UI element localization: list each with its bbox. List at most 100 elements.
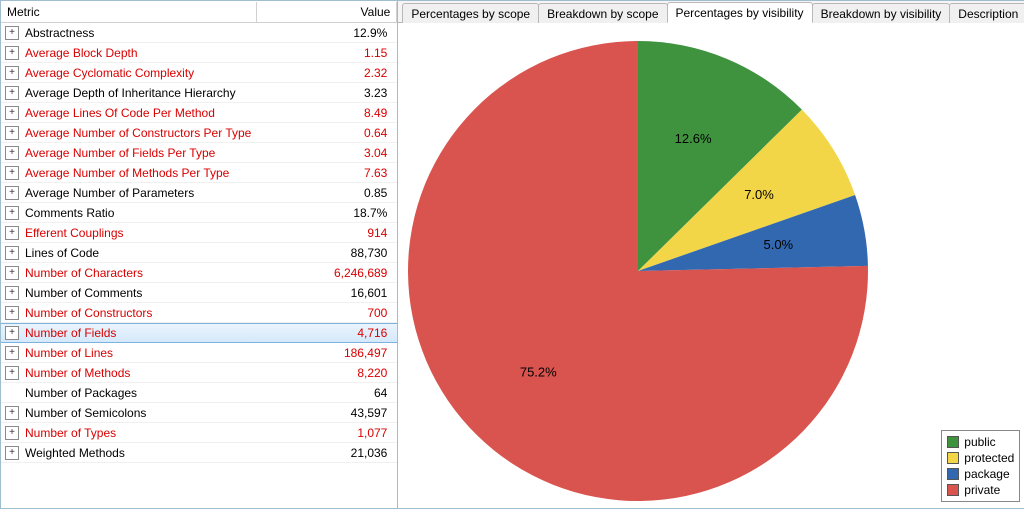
- metric-row[interactable]: +Average Number of Constructors Per Type…: [1, 123, 397, 143]
- metric-value: 1.15: [257, 46, 397, 60]
- metric-value: 18.7%: [257, 206, 397, 220]
- metric-name: Average Depth of Inheritance Hierarchy: [19, 86, 257, 100]
- legend-label: public: [964, 434, 995, 450]
- expand-icon[interactable]: +: [5, 326, 19, 340]
- metric-row[interactable]: +Number of Semicolons43,597: [1, 403, 397, 423]
- metric-row[interactable]: +Number of Methods8,220: [1, 363, 397, 383]
- expand-icon[interactable]: +: [5, 126, 19, 140]
- expand-icon[interactable]: +: [5, 246, 19, 260]
- legend-swatch: [947, 436, 959, 448]
- metric-row[interactable]: +Number of Comments16,601: [1, 283, 397, 303]
- column-header-value[interactable]: Value: [257, 2, 397, 22]
- metric-value: 64: [257, 386, 397, 400]
- metric-row[interactable]: +Average Number of Methods Per Type7.63: [1, 163, 397, 183]
- expand-icon[interactable]: +: [5, 266, 19, 280]
- metric-row[interactable]: +Average Lines Of Code Per Method8.49: [1, 103, 397, 123]
- metric-value: 1,077: [257, 426, 397, 440]
- metric-name: Number of Fields: [19, 326, 257, 340]
- metrics-header: Metric Value: [1, 1, 397, 23]
- expand-icon[interactable]: +: [5, 46, 19, 60]
- expand-icon[interactable]: +: [5, 446, 19, 460]
- metric-row[interactable]: +Number of Fields4,716: [1, 323, 397, 343]
- tab[interactable]: Breakdown by scope: [538, 3, 667, 23]
- metric-value: 12.9%: [257, 26, 397, 40]
- expand-icon[interactable]: +: [5, 406, 19, 420]
- metric-row[interactable]: +Number of Characters6,246,689: [1, 263, 397, 283]
- metric-row[interactable]: +Average Number of Parameters0.85: [1, 183, 397, 203]
- metric-value: 700: [257, 306, 397, 320]
- expand-icon[interactable]: +: [5, 286, 19, 300]
- metric-value: 914: [257, 226, 397, 240]
- metric-name: Average Block Depth: [19, 46, 257, 60]
- metric-row[interactable]: +Average Cyclomatic Complexity2.32: [1, 63, 397, 83]
- metric-name: Comments Ratio: [19, 206, 257, 220]
- expand-icon[interactable]: +: [5, 186, 19, 200]
- metric-name: Average Number of Parameters: [19, 186, 257, 200]
- metric-value: 0.85: [257, 186, 397, 200]
- legend-item: package: [947, 466, 1014, 482]
- expand-icon[interactable]: +: [5, 86, 19, 100]
- metric-row[interactable]: +Number of Lines186,497: [1, 343, 397, 363]
- pie-label-public: 12.6%: [675, 131, 712, 146]
- legend-item: protected: [947, 450, 1014, 466]
- metric-value: 2.32: [257, 66, 397, 80]
- expand-icon[interactable]: +: [5, 346, 19, 360]
- metric-row[interactable]: +Average Depth of Inheritance Hierarchy3…: [1, 83, 397, 103]
- metric-value: 7.63: [257, 166, 397, 180]
- metric-value: 43,597: [257, 406, 397, 420]
- metric-value: 21,036: [257, 446, 397, 460]
- metric-value: 4,716: [257, 326, 397, 340]
- chart-panel: Percentages by scopeBreakdown by scopePe…: [398, 1, 1024, 508]
- tab[interactable]: Percentages by scope: [402, 3, 539, 23]
- app-root: Metric Value +Abstractness12.9%+Average …: [0, 0, 1024, 509]
- metric-row[interactable]: +Weighted Methods21,036: [1, 443, 397, 463]
- tab[interactable]: Description: [949, 3, 1024, 23]
- chart-area: 12.6%7.0%5.0%75.2% publicprotectedpackag…: [398, 23, 1024, 508]
- tabstrip: Percentages by scopeBreakdown by scopePe…: [398, 1, 1024, 23]
- tab[interactable]: Breakdown by visibility: [812, 3, 951, 23]
- metric-name: Efferent Couplings: [19, 226, 257, 240]
- legend: publicprotectedpackageprivate: [941, 430, 1020, 502]
- legend-label: package: [964, 466, 1009, 482]
- expand-icon[interactable]: +: [5, 366, 19, 380]
- metric-name: Number of Characters: [19, 266, 257, 280]
- tab[interactable]: Percentages by visibility: [667, 2, 813, 23]
- metric-name: Average Cyclomatic Complexity: [19, 66, 257, 80]
- metrics-body: +Abstractness12.9%+Average Block Depth1.…: [1, 23, 397, 508]
- expand-icon[interactable]: +: [5, 146, 19, 160]
- metric-value: 8.49: [257, 106, 397, 120]
- metric-row[interactable]: +Comments Ratio18.7%: [1, 203, 397, 223]
- metric-name: Average Number of Constructors Per Type: [19, 126, 257, 140]
- legend-label: protected: [964, 450, 1014, 466]
- metric-name: Number of Packages: [19, 386, 257, 400]
- expand-icon[interactable]: +: [5, 306, 19, 320]
- metric-row[interactable]: +Number of Packages64: [1, 383, 397, 403]
- expand-icon[interactable]: +: [5, 426, 19, 440]
- legend-swatch: [947, 468, 959, 480]
- legend-item: private: [947, 482, 1014, 498]
- expand-icon[interactable]: +: [5, 106, 19, 120]
- metric-row[interactable]: +Number of Types1,077: [1, 423, 397, 443]
- expand-icon[interactable]: +: [5, 66, 19, 80]
- metric-row[interactable]: +Average Number of Fields Per Type3.04: [1, 143, 397, 163]
- metric-name: Number of Constructors: [19, 306, 257, 320]
- metric-name: Number of Comments: [19, 286, 257, 300]
- metric-value: 8,220: [257, 366, 397, 380]
- expand-icon[interactable]: +: [5, 226, 19, 240]
- metric-row[interactable]: +Number of Constructors700: [1, 303, 397, 323]
- metric-row[interactable]: +Abstractness12.9%: [1, 23, 397, 43]
- metric-name: Average Number of Fields Per Type: [19, 146, 257, 160]
- expand-icon[interactable]: +: [5, 206, 19, 220]
- metric-row[interactable]: +Lines of Code88,730: [1, 243, 397, 263]
- metric-name: Number of Semicolons: [19, 406, 257, 420]
- metric-value: 0.64: [257, 126, 397, 140]
- metric-row[interactable]: +Efferent Couplings914: [1, 223, 397, 243]
- metric-row[interactable]: +Average Block Depth1.15: [1, 43, 397, 63]
- metric-name: Abstractness: [19, 26, 257, 40]
- metric-value: 186,497: [257, 346, 397, 360]
- expand-icon[interactable]: +: [5, 166, 19, 180]
- column-header-metric[interactable]: Metric: [1, 2, 257, 22]
- expand-icon[interactable]: +: [5, 26, 19, 40]
- legend-swatch: [947, 484, 959, 496]
- legend-item: public: [947, 434, 1014, 450]
